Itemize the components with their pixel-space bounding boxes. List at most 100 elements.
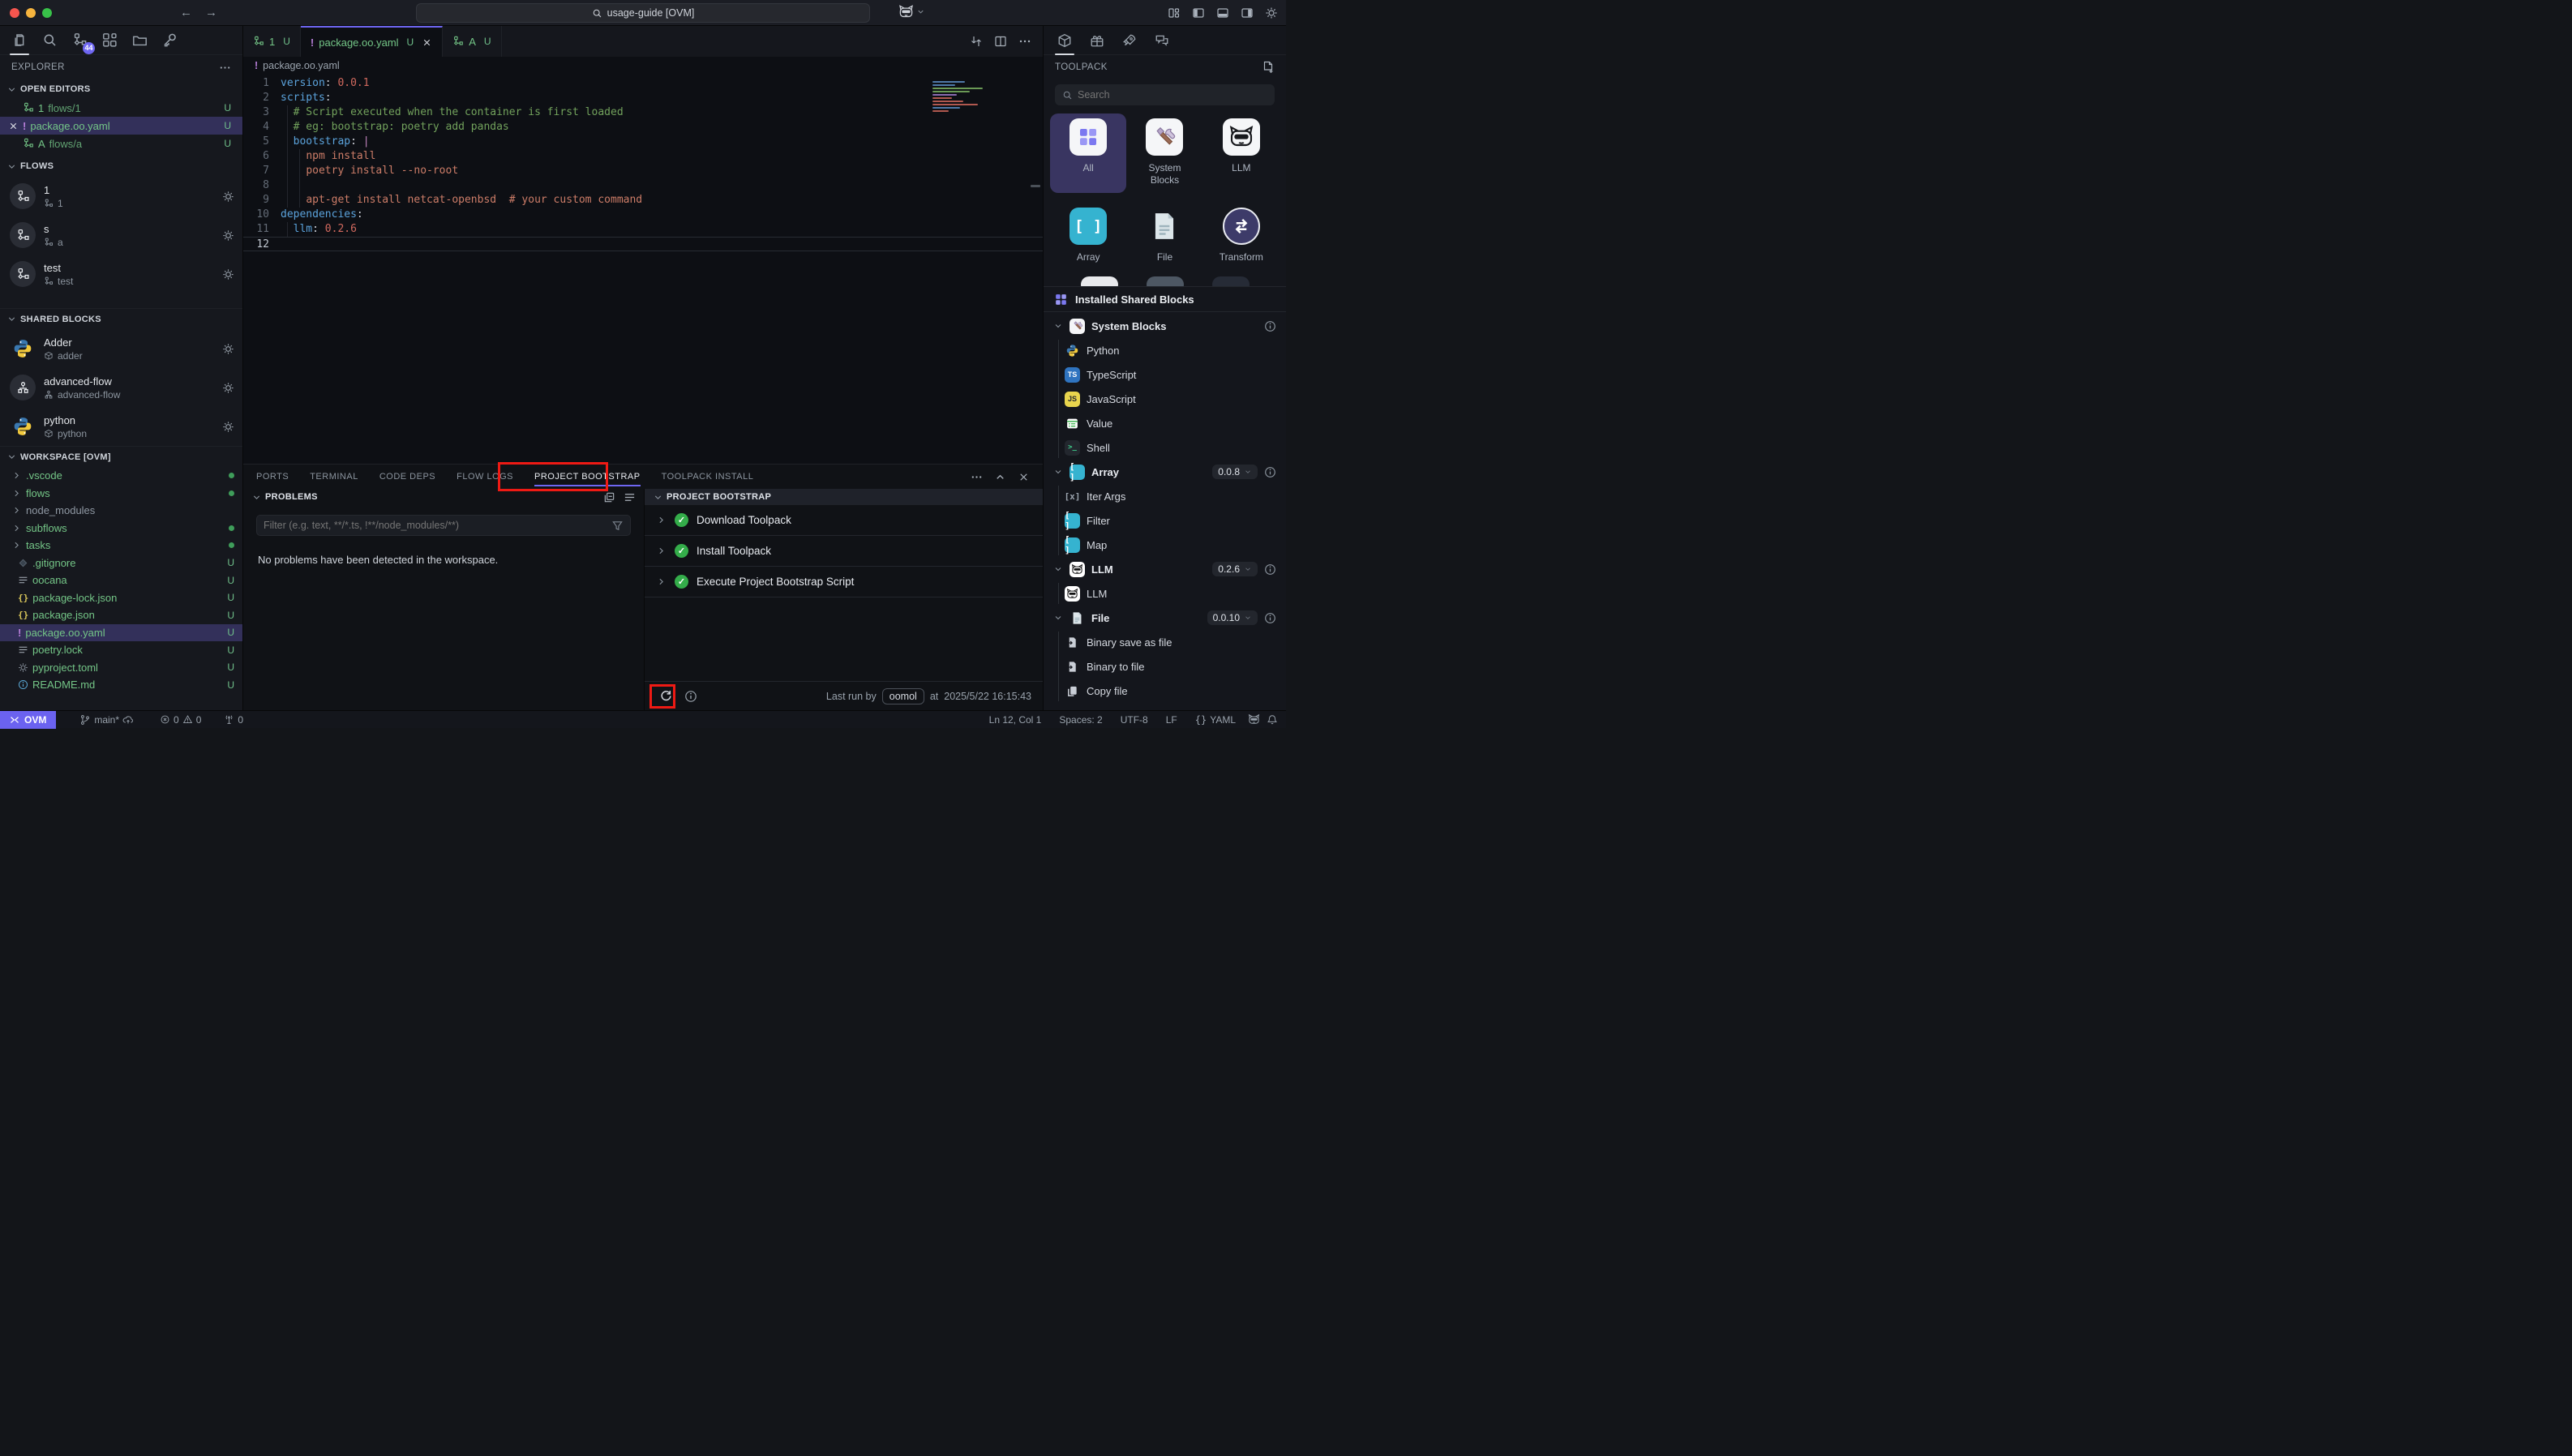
rerun-bootstrap-icon[interactable] xyxy=(659,689,673,703)
back-icon[interactable]: ← xyxy=(180,6,192,19)
filter-funnel-icon[interactable] xyxy=(611,520,624,532)
forward-icon[interactable]: → xyxy=(205,6,217,19)
blocks-activity-icon[interactable] xyxy=(100,31,119,50)
tab-flow-logs[interactable]: FLOW LOGS xyxy=(457,465,513,489)
indentation-item[interactable]: Spaces: 2 xyxy=(1053,714,1108,726)
gear-icon[interactable] xyxy=(222,421,234,433)
tab-code-deps[interactable]: CODE DEPS xyxy=(379,465,435,489)
explorer-more-icon[interactable] xyxy=(219,62,231,74)
block-javascript[interactable]: JSJavaScript xyxy=(1055,387,1286,411)
open-editors-header[interactable]: OPEN EDITORS xyxy=(0,79,242,99)
settings-gear-icon[interactable] xyxy=(1265,6,1278,19)
llm-version-select[interactable]: 0.2.6 xyxy=(1212,562,1258,576)
chat-icon[interactable] xyxy=(1152,31,1172,50)
file-row-pyproject[interactable]: pyproject.tomlU xyxy=(0,659,242,677)
toggle-panel-icon[interactable] xyxy=(1216,6,1229,19)
tab-ports[interactable]: PORTS xyxy=(256,465,289,489)
file-row-package-lock[interactable]: {}package-lock.jsonU xyxy=(0,589,242,607)
toggle-sidebar-right-icon[interactable] xyxy=(1241,6,1254,19)
file-row-package-json[interactable]: {}package.jsonU xyxy=(0,606,242,624)
git-branch-item[interactable]: main* xyxy=(74,714,139,726)
block-copy-file[interactable]: Copy file xyxy=(1055,679,1286,703)
gift-icon[interactable] xyxy=(1087,31,1107,50)
code-editor[interactable]: 1version: 0.0.1 2scripts: 3 # Script exe… xyxy=(243,75,1043,464)
breadcrumb[interactable]: ! package.oo.yaml xyxy=(243,57,1043,75)
gear-icon[interactable] xyxy=(222,343,234,355)
open-editor-item[interactable]: A flows/a U xyxy=(0,135,242,152)
tab-terminal[interactable]: TERMINAL xyxy=(310,465,358,489)
encoding-item[interactable]: UTF-8 xyxy=(1115,714,1154,726)
tab-toolpack-install[interactable]: TOOLPACK INSTALL xyxy=(662,465,754,489)
info-icon[interactable] xyxy=(1264,466,1276,478)
flow-card[interactable]: s a xyxy=(0,216,242,255)
problems-status-item[interactable]: 0 0 xyxy=(154,714,207,726)
split-editor-icon[interactable] xyxy=(994,35,1007,48)
block-binary-save-as-file[interactable]: Binary save as file xyxy=(1055,630,1286,654)
problems-filter-input[interactable] xyxy=(264,520,611,531)
language-mode-item[interactable]: {} YAML xyxy=(1190,714,1241,726)
block-llm[interactable]: LLM xyxy=(1055,581,1286,606)
flow-card[interactable]: 1 1 xyxy=(0,177,242,216)
maximize-panel-icon[interactable] xyxy=(994,471,1006,483)
toolpack-search-field[interactable] xyxy=(1055,84,1275,105)
chevron-down-icon[interactable] xyxy=(251,492,262,503)
oomol-assistant-button[interactable] xyxy=(898,4,925,19)
tab-flow-a[interactable]: A U xyxy=(443,26,501,57)
panel-more-icon[interactable] xyxy=(971,471,983,483)
new-toolpack-icon[interactable] xyxy=(1262,61,1275,74)
folder-row-node-modules[interactable]: node_modules xyxy=(0,502,242,520)
block-map[interactable]: [ ]Map xyxy=(1055,533,1286,557)
block-iter-args[interactable]: [x]Iter Args xyxy=(1055,484,1286,508)
category-transform[interactable]: Transform xyxy=(1203,203,1280,270)
file-version-select[interactable]: 0.0.10 xyxy=(1207,610,1258,625)
folder-row-subflows[interactable]: subflows xyxy=(0,520,242,537)
block-shell[interactable]: >_Shell xyxy=(1055,435,1286,460)
cursor-position-item[interactable]: Ln 12, Col 1 xyxy=(984,714,1048,726)
folder-row-vscode[interactable]: .vscode xyxy=(0,467,242,485)
folder-activity-icon[interactable] xyxy=(130,31,149,50)
folder-row-flows[interactable]: flows xyxy=(0,485,242,503)
more-actions-icon[interactable] xyxy=(1018,35,1031,48)
toolpack-cube-icon[interactable] xyxy=(1055,31,1074,50)
array-version-select[interactable]: 0.0.8 xyxy=(1212,465,1258,479)
gear-icon[interactable] xyxy=(222,229,234,242)
block-value[interactable]: Value xyxy=(1055,411,1286,435)
category-system-blocks[interactable]: System Blocks xyxy=(1126,113,1202,193)
search-activity-icon[interactable] xyxy=(40,31,59,50)
bootstrap-step-execute[interactable]: ✓ Execute Project Bootstrap Script xyxy=(645,567,1043,597)
gear-icon[interactable] xyxy=(222,191,234,203)
info-icon[interactable] xyxy=(1264,563,1276,576)
category-llm[interactable]: LLM xyxy=(1203,113,1280,193)
file-row-package-oo-yaml-selected[interactable]: !package.oo.yamlU xyxy=(0,624,242,642)
bootstrap-step-install[interactable]: ✓ Install Toolpack xyxy=(645,536,1043,567)
close-window-button[interactable] xyxy=(10,8,19,18)
tab-project-bootstrap[interactable]: PROJECT BOOTSTRAP xyxy=(534,465,641,489)
gear-icon[interactable] xyxy=(222,382,234,394)
file-row-readme[interactable]: README.mdU xyxy=(0,676,242,694)
editor-scrollbar[interactable] xyxy=(1031,185,1040,187)
minimize-window-button[interactable] xyxy=(26,8,36,18)
ovm-badge[interactable]: OVM xyxy=(0,711,56,729)
help-icon[interactable] xyxy=(684,690,697,703)
group-system-blocks[interactable]: System Blocks xyxy=(1044,314,1286,338)
shared-blocks-header[interactable]: SHARED BLOCKS xyxy=(0,308,242,329)
file-row-gitignore[interactable]: .gitignoreU xyxy=(0,555,242,572)
chevron-down-icon[interactable] xyxy=(653,492,663,503)
category-array[interactable]: [ ] Array xyxy=(1050,203,1126,270)
info-icon[interactable] xyxy=(1264,612,1276,624)
shared-block-card[interactable]: Adder adder xyxy=(0,329,242,368)
gear-icon[interactable] xyxy=(222,268,234,280)
flow-card[interactable]: test test xyxy=(0,255,242,293)
problems-filter-field[interactable] xyxy=(256,515,631,536)
block-python[interactable]: Python xyxy=(1055,338,1286,362)
open-changes-icon[interactable] xyxy=(970,35,983,48)
tab-flow-1[interactable]: 1 U xyxy=(243,26,301,57)
folder-row-tasks[interactable]: tasks xyxy=(0,537,242,555)
eol-item[interactable]: LF xyxy=(1160,714,1183,726)
open-editor-item[interactable]: 1 flows/1 U xyxy=(0,99,242,117)
tab-package-oo-yaml[interactable]: ! package.oo.yaml U xyxy=(301,26,443,57)
file-row-oocana[interactable]: oocanaU xyxy=(0,572,242,589)
close-icon[interactable] xyxy=(8,121,19,131)
flows-header[interactable]: FLOWS xyxy=(0,156,242,177)
customize-layout-icon[interactable] xyxy=(1168,6,1181,19)
